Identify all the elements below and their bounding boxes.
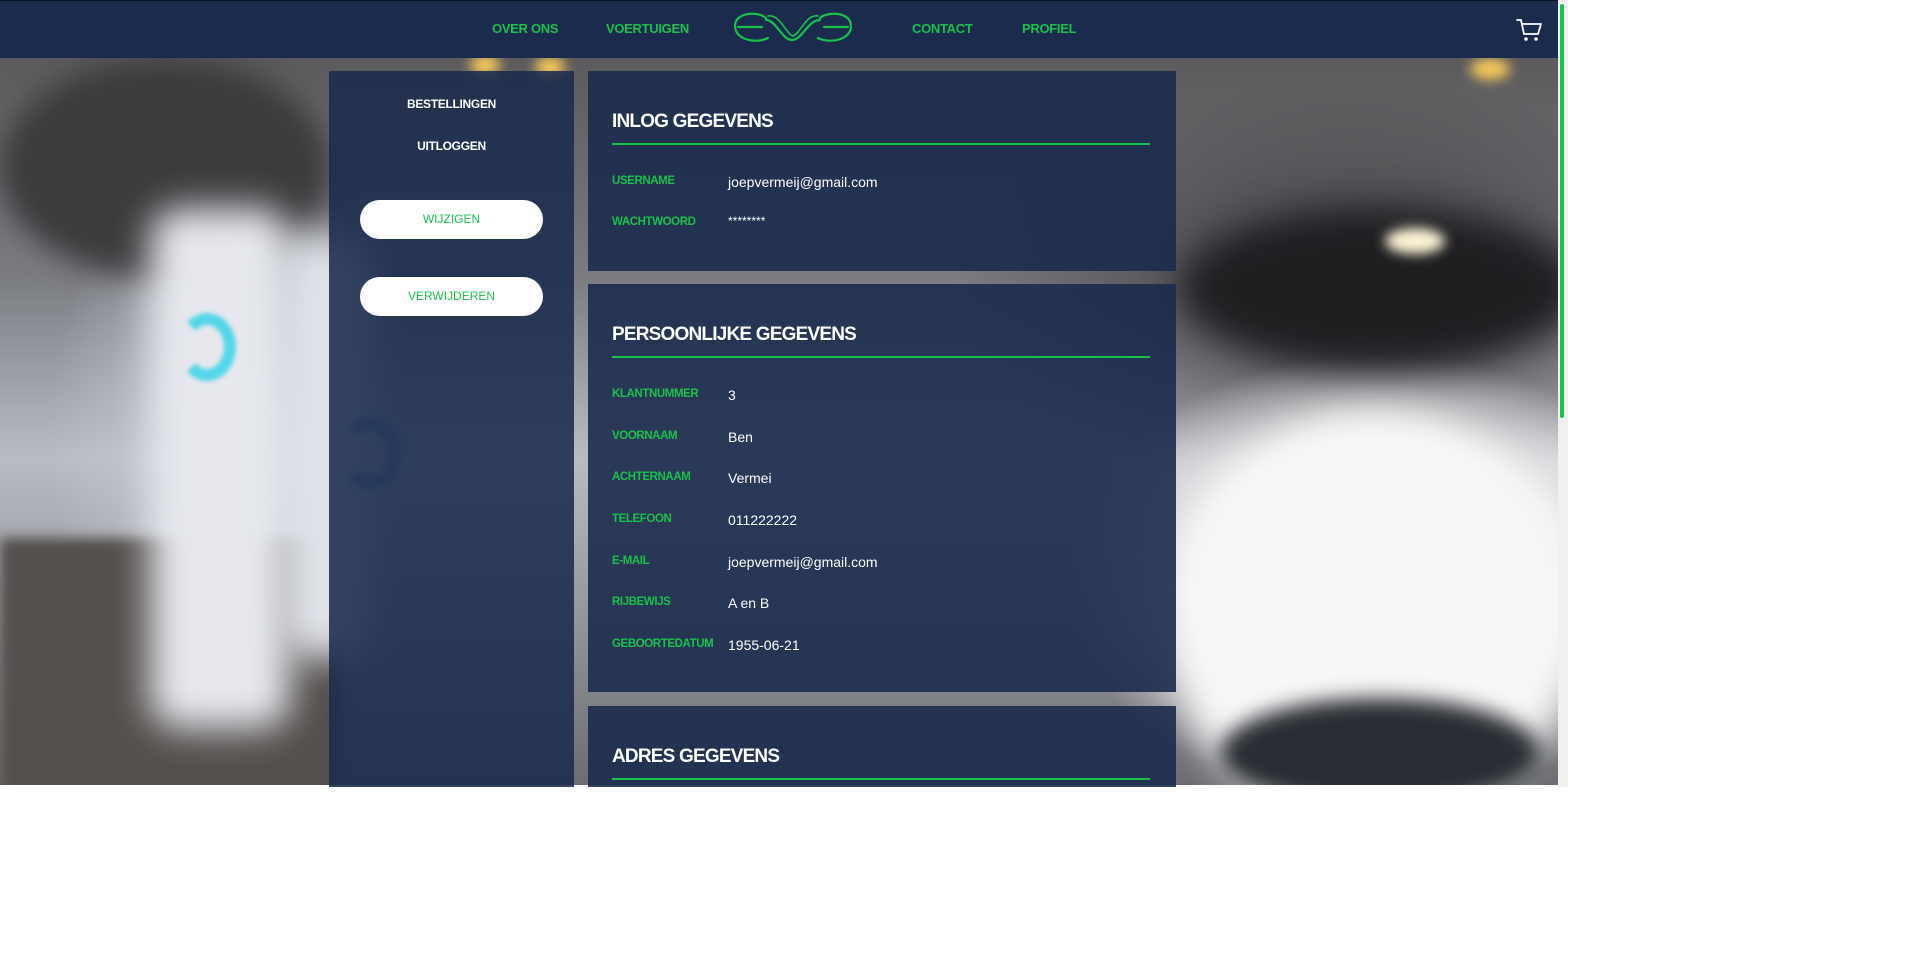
top-navigation-bar: OVER ONS VOERTUIGEN CONTACT PROFIEL	[0, 0, 1568, 58]
sidebar-link-bestellingen[interactable]: BESTELLINGEN	[329, 97, 574, 111]
password-label: WACHTWOORD	[612, 216, 696, 228]
phone-value: 011222222	[728, 512, 798, 528]
sidebar-link-uitloggen[interactable]: UITLOGGEN	[329, 139, 574, 153]
birthdate-value: 1955-06-21	[728, 637, 800, 653]
scrollbar-thumb[interactable]	[1560, 4, 1564, 418]
username-label: USERNAME	[612, 175, 675, 187]
title-divider	[612, 143, 1150, 145]
username-value: joepvermeij@gmail.com	[728, 174, 878, 190]
password-value: ********	[728, 214, 766, 228]
title-divider	[612, 356, 1150, 358]
profile-sidebar: BESTELLINGEN UITLOGGEN WIJZIGEN VERWIJDE…	[329, 71, 574, 787]
first-name-value: Ben	[728, 429, 753, 445]
personal-details-title: PERSOONLIJKE GEGEVENS	[612, 324, 857, 345]
nav-contact[interactable]: CONTACT	[912, 21, 973, 36]
edit-button[interactable]: WIJZIGEN	[360, 200, 543, 239]
nav-profiel[interactable]: PROFIEL	[1022, 21, 1077, 36]
login-details-title: INLOG GEGEVENS	[612, 111, 774, 132]
address-details-card: ADRES GEGEVENS	[588, 706, 1176, 787]
birthdate-label: GEBOORTEDATUM	[612, 638, 714, 650]
license-label: RIJBEWIJS	[612, 596, 671, 608]
login-details-card: INLOG GEGEVENS USERNAME joepvermeij@gmai…	[588, 71, 1176, 271]
shopping-cart-icon[interactable]	[1515, 16, 1543, 44]
personal-details-card: PERSOONLIJKE GEGEVENS KLANTNUMMER 3 VOOR…	[588, 284, 1176, 692]
address-details-title: ADRES GEGEVENS	[612, 746, 780, 767]
customer-number-label: KLANTNUMMER	[612, 388, 699, 400]
title-divider	[612, 778, 1150, 780]
last-name-value: Vermei	[728, 470, 772, 486]
page-scrollbar[interactable]	[1558, 0, 1568, 787]
email-value: joepvermeij@gmail.com	[728, 554, 878, 570]
email-label: E-MAIL	[612, 555, 650, 567]
nav-over-ons[interactable]: OVER ONS	[492, 21, 559, 36]
eve-logo[interactable]	[732, 10, 854, 46]
delete-button[interactable]: VERWIJDEREN	[360, 277, 543, 316]
license-value: A en B	[728, 595, 770, 611]
nav-voertuigen[interactable]: VOERTUIGEN	[606, 21, 689, 36]
first-name-label: VOORNAAM	[612, 430, 678, 442]
customer-number-value: 3	[728, 387, 736, 403]
phone-label: TELEFOON	[612, 513, 672, 525]
last-name-label: ACHTERNAAM	[612, 471, 691, 483]
